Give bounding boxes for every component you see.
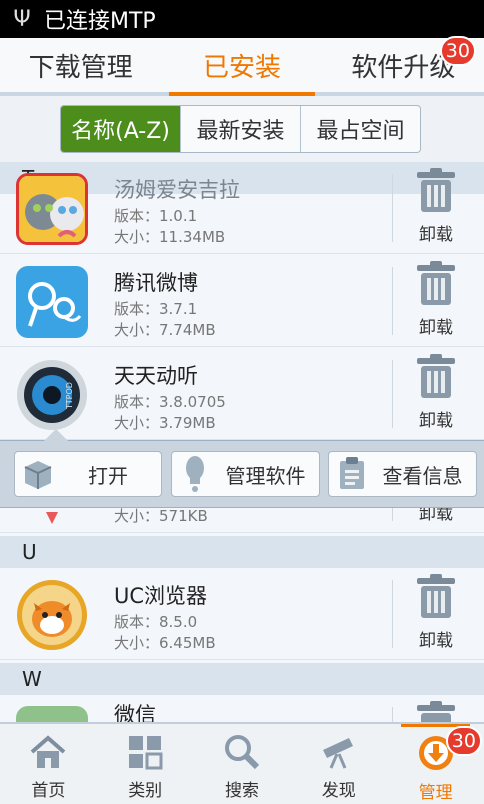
telescope-icon <box>322 738 353 769</box>
nav-manage[interactable]: 管理 30 <box>387 724 484 804</box>
open-app-button[interactable]: 打开 <box>14 451 162 497</box>
app-size: 大小：571KB <box>114 507 208 525</box>
ttpod-icon-text: TTPOD <box>65 382 74 410</box>
app-version: 版本：8.5.0 <box>114 613 198 631</box>
tab-label: 下载管理 <box>28 52 133 83</box>
status-text: 已连接MTP <box>44 9 156 34</box>
divider <box>392 267 393 335</box>
trash-icon <box>417 354 455 398</box>
uninstall-button[interactable]: 卸载 <box>400 261 472 343</box>
nav-label: 搜索 <box>224 781 259 801</box>
app-size: 大小：3.79MB <box>114 414 216 432</box>
uninstall-label: 卸载 <box>419 631 453 651</box>
trash-icon <box>417 168 455 212</box>
bottom-nav: 首页 类别 搜索 发现 管理 30 <box>0 722 484 804</box>
trash-icon <box>417 574 455 618</box>
box-icon <box>15 457 61 491</box>
uc-browser-icon <box>16 579 88 651</box>
nav-label: 类别 <box>128 781 163 801</box>
exclamation-icon <box>172 456 218 492</box>
nav-label: 管理 <box>418 783 453 803</box>
document-icon <box>329 457 375 491</box>
trash-icon <box>417 261 455 305</box>
upgrade-count-badge: 30 <box>439 36 476 66</box>
status-bar: Ψ 已连接MTP <box>0 0 484 38</box>
divider <box>392 174 393 242</box>
app-version: 版本：1.0.1 <box>114 207 198 225</box>
usb-icon: Ψ <box>13 6 31 32</box>
view-info-label: 查看信息 <box>382 463 463 488</box>
nav-label: 发现 <box>321 781 356 801</box>
app-row-tom[interactable]: 汤姆爱安吉拉 版本：1.0.1 大小：11.34MB 卸载 <box>0 162 484 254</box>
app-version: 版本：3.7.1 <box>114 300 198 318</box>
uninstall-button[interactable] <box>400 701 472 722</box>
sort-bar: 名称(A-Z) 最新安装 最占空间 <box>0 96 484 162</box>
app-name: 汤姆爱安吉拉 <box>114 178 240 202</box>
divider <box>392 360 393 428</box>
app-version: 版本：3.8.0705 <box>114 393 226 411</box>
app-row-uc[interactable]: UC浏览器 版本：8.5.0 大小：6.45MB 卸载 <box>0 568 484 660</box>
app-row-weibo[interactable]: 腾讯微博 版本：3.7.1 大小：7.74MB 卸载 <box>0 255 484 347</box>
sort-by-size-button[interactable]: 最占空间 <box>301 106 420 152</box>
app-name: 天天动听 <box>114 364 198 388</box>
section-header-u: U <box>0 536 484 568</box>
manage-app-label: 管理软件 <box>225 463 306 488</box>
sort-by-name-button[interactable]: 名称(A-Z) <box>61 106 181 152</box>
app-size: 大小：11.34MB <box>114 228 226 246</box>
view-info-button[interactable]: 查看信息 <box>328 451 477 497</box>
tab-upgrades[interactable]: 软件升级 30 <box>323 36 484 92</box>
wechat-icon <box>16 706 88 722</box>
grid-icon <box>129 736 163 770</box>
tab-installed[interactable]: 已安装 <box>161 38 322 96</box>
nav-discover[interactable]: 发现 <box>290 724 387 804</box>
top-tabs: 下载管理 已安装 软件升级 30 <box>0 36 484 96</box>
uninstall-label: 卸载 <box>419 411 453 431</box>
open-app-label: 打开 <box>88 463 128 488</box>
search-icon <box>224 735 260 770</box>
tom-app-icon <box>16 173 88 245</box>
uninstall-label: 卸载 <box>419 318 453 338</box>
app-action-popup: 打开 管理软件 查看信息 <box>0 429 484 508</box>
nav-home[interactable]: 首页 <box>0 724 97 804</box>
app-row-ttpod[interactable]: TTPOD 天天动听 版本：3.8.0705 大小：3.79MB 卸载 <box>0 348 484 440</box>
divider <box>392 707 393 722</box>
app-name: 腾讯微博 <box>114 271 198 295</box>
section-header-w: W <box>0 663 484 695</box>
app-name: 微信 <box>114 703 156 722</box>
nav-search[interactable]: 搜索 <box>194 724 291 804</box>
uninstall-button[interactable]: 卸载 <box>400 574 472 656</box>
app-size: 大小：6.45MB <box>114 634 216 652</box>
manage-count-badge: 30 <box>445 726 482 756</box>
tab-downloads[interactable]: 下载管理 <box>0 38 161 92</box>
app-size: 大小：7.74MB <box>114 321 216 339</box>
nav-label: 首页 <box>31 781 66 801</box>
tab-label: 已安装 <box>202 52 281 83</box>
app-row-wechat[interactable]: 微信 <box>0 695 484 722</box>
sort-segmented-control: 名称(A-Z) 最新安装 最占空间 <box>60 105 421 153</box>
ttpod-icon: TTPOD <box>16 359 88 431</box>
app-name: UC浏览器 <box>114 584 208 608</box>
manage-app-button[interactable]: 管理软件 <box>171 451 320 497</box>
nav-categories[interactable]: 类别 <box>97 724 194 804</box>
sort-by-newest-button[interactable]: 最新安装 <box>181 106 301 152</box>
uninstall-label: 卸载 <box>419 225 453 245</box>
trash-icon <box>417 701 455 722</box>
uninstall-button[interactable]: 卸载 <box>400 354 472 436</box>
divider <box>392 580 393 648</box>
uninstall-button[interactable]: 卸载 <box>400 168 472 250</box>
home-icon <box>31 735 66 768</box>
tencent-weibo-icon <box>16 266 88 338</box>
